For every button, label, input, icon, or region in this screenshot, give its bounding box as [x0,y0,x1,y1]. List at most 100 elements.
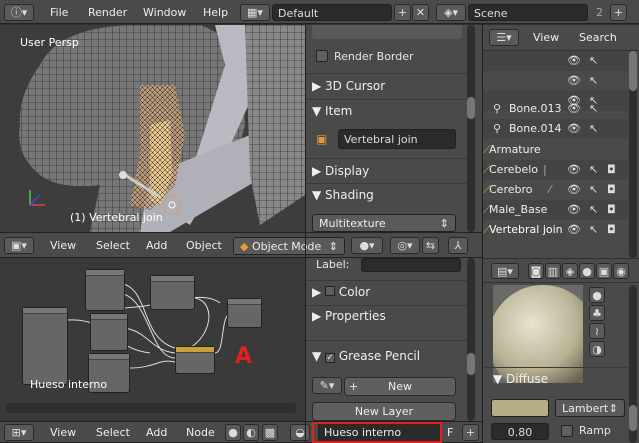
new-layer-button[interactable]: New Layer [312,402,456,421]
viewport-menu-object[interactable]: Object [186,239,222,252]
viewport-shading-icon[interactable]: ●▾ [351,237,383,254]
menu-help[interactable]: Help [203,6,228,19]
cursor-icon[interactable]: ↖ [589,203,598,216]
preview-sphere-icon[interactable]: ● [589,287,605,303]
scrollbar-thumb[interactable] [467,97,475,119]
outliner-menu-search[interactable]: Search [579,31,617,44]
camera-icon[interactable]: ◘ [607,163,616,176]
camera-field[interactable] [312,25,462,39]
mapping-node[interactable] [90,313,128,351]
preview-world-icon[interactable]: ◑ [589,341,605,357]
diffuse-color-swatch[interactable] [491,399,549,417]
shading-mode-dropdown[interactable]: Multitexture ⇕ [312,214,456,232]
compositing-nodes-icon[interactable]: ◐ [243,424,259,441]
output-node[interactable] [175,346,215,374]
material-tab-icon[interactable]: ◉ [613,263,629,279]
panel-item[interactable]: ▼ Item [312,104,352,118]
eye-icon[interactable]: 👁 [567,74,581,87]
cursor-icon[interactable]: ↖ [589,102,598,115]
eye-icon[interactable]: 👁 [567,223,581,236]
list-item[interactable]: 👁 ↖ [483,51,628,71]
cursor-icon[interactable]: ↖ [589,183,598,196]
add-scene-icon[interactable]: + [610,4,627,21]
menu-render[interactable]: Render [88,6,127,19]
outliner-editor-icon[interactable]: ☰▾ [489,29,519,46]
diffuse-shader-dropdown[interactable]: Lambert ⇕ [555,399,625,417]
render-border-checkbox[interactable] [316,50,328,62]
scrollbar-thumb[interactable] [467,353,475,375]
area-divider[interactable] [305,25,306,443]
texture-nodes-icon[interactable]: ▩ [262,424,278,441]
viewport-menu-select[interactable]: Select [96,239,130,252]
node-menu-add[interactable]: Add [146,426,167,439]
eye-icon[interactable]: 👁 [567,163,581,176]
transform-manipulator-icon[interactable]: ⇆ [422,237,439,254]
world-tab-icon[interactable]: ● [579,263,595,279]
mix-shader-node[interactable] [150,275,195,310]
viewport-menu-view[interactable]: View [50,239,76,252]
layout-name-field[interactable]: Default [272,4,392,21]
shader-nodes-icon[interactable]: ● [225,424,241,441]
eye-icon[interactable]: 👁 [567,102,581,115]
3d-viewport[interactable]: User Persp (1) Vertebral join [0,25,305,232]
menu-window[interactable]: Window [143,6,186,19]
outliner-row-male-base[interactable]: ⟋ Male_Base 👁 ↖ ◘ [483,200,628,220]
outliner-row-armature[interactable]: ⟋ Armature [483,140,628,160]
object-tab-icon[interactable]: ▣ [596,263,612,279]
label-field[interactable] [361,258,461,272]
scrollbar-thumb[interactable] [629,405,637,431]
node-menu-view[interactable]: View [50,426,76,439]
eye-icon[interactable]: 👁 [567,54,581,67]
properties-scrollbar[interactable] [467,25,475,232]
node-editor[interactable]: A Hueso interno [0,258,305,421]
cursor-icon[interactable]: ↖ [589,163,598,176]
remove-layout-icon[interactable]: ✕ [412,4,429,21]
cursor-icon[interactable]: ↖ [589,74,598,87]
mode-dropdown[interactable]: ◆ Object Mode ⇕ [233,237,345,255]
node-properties-scrollbar[interactable] [467,258,475,421]
scene-tab-icon[interactable]: ◈ [562,263,578,279]
node-editor-scrollbar[interactable] [6,403,296,413]
properties-editor-icon[interactable]: ▤▾ [491,263,519,279]
diffuse-intensity-field[interactable]: 0.80 [491,423,549,440]
add-layout-icon[interactable]: + [394,4,411,21]
manipulator-axes-icon[interactable]: ⅄ [448,237,468,254]
image-texture-node[interactable] [85,269,125,311]
pivot-point-icon[interactable]: ◎▾ [390,237,420,254]
outliner-row-cerebro[interactable]: ⟋ Cerebro ⁄ 👁 ↖ ◘ [483,180,628,200]
eye-icon[interactable]: 👁 [567,122,581,135]
panel-properties[interactable]: ▶ Properties [312,309,386,323]
new-grease-pencil-button[interactable]: + New [344,377,456,396]
camera-icon[interactable]: ◘ [607,183,616,196]
panel-grease-pencil[interactable]: ▼ ✓ Grease Pencil [312,349,420,363]
eye-icon[interactable]: 👁 [567,183,581,196]
outliner-row-bone-013[interactable]: ⚲ Bone.013 👁 ↖ [483,99,628,119]
editor-type-cube-icon[interactable]: ▣▾ [4,237,34,254]
texture-coordinate-node[interactable] [22,307,68,385]
node-editor-type-icon[interactable]: ⊞▾ [4,424,34,441]
eye-icon[interactable]: 👁 [567,203,581,216]
viewport-menu-add[interactable]: Add [146,239,167,252]
material-browse-icon[interactable]: ◒ [290,424,310,441]
area-divider[interactable] [482,25,483,443]
ramp-checkbox[interactable] [561,425,573,437]
cursor-icon[interactable]: ↖ [589,54,598,67]
render-tab-icon[interactable]: ◙ [528,263,544,279]
grease-pencil-browse-icon[interactable]: ✎▾ [312,377,342,394]
cursor-icon[interactable]: ↖ [589,122,598,135]
preview-monkey-icon[interactable]: ♣ [589,305,605,321]
panel-display[interactable]: ▶ Display [312,164,369,178]
panel-color[interactable]: ▶ Color [312,285,370,299]
scene-icon[interactable]: ◈▾ [436,4,466,21]
preview-hair-icon[interactable]: ≀ [589,323,605,339]
scrollbar-thumb[interactable] [629,51,637,91]
material-output-node[interactable] [227,298,262,328]
camera-icon[interactable]: ◘ [607,203,616,216]
node-menu-node[interactable]: Node [186,426,215,439]
scene-name-field[interactable]: Scene [468,4,588,21]
screen-layout-icon[interactable]: ▦▾ [240,4,270,21]
list-item[interactable]: 👁 ↖ [483,71,628,91]
info-editor-icon[interactable]: ⓘ▾ [4,4,34,21]
panel-3d-cursor[interactable]: ▶ 3D Cursor [312,79,385,93]
camera-icon[interactable]: ◘ [607,223,616,236]
